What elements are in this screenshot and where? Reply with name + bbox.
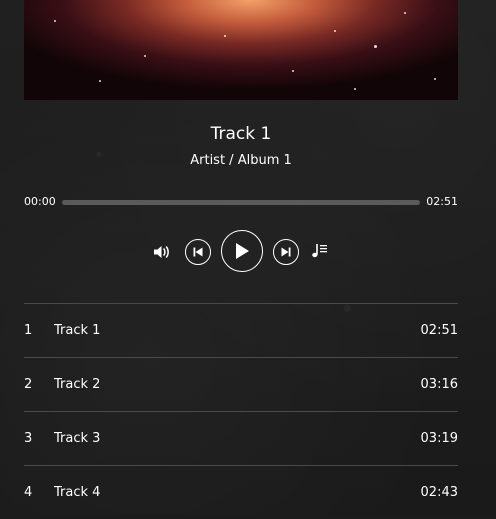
play-icon [236,243,249,259]
now-playing-title: Track 1 [210,124,272,144]
track-row[interactable]: 3 Track 3 03:19 [24,411,458,465]
skip-next-icon [281,247,291,257]
track-row[interactable]: 1 Track 1 02:51 [24,303,458,357]
track-duration: 03:19 [420,431,458,446]
track-row[interactable]: 2 Track 2 03:16 [24,357,458,411]
track-name: Track 2 [54,377,101,392]
track-number: 3 [24,431,33,446]
album-artwork [24,0,458,100]
elapsed-time: 00:00 [24,195,56,208]
volume-icon [154,246,169,258]
playlist-button[interactable] [310,241,330,261]
track-number: 1 [24,323,33,338]
track-name: Track 4 [54,485,101,500]
track-row[interactable]: 4 Track 4 02:43 [24,465,458,519]
track-number: 4 [24,485,33,500]
progress-bar[interactable] [62,200,420,205]
next-track-button[interactable] [273,239,299,265]
track-number: 2 [24,377,33,392]
track-name: Track 3 [54,431,101,446]
playlist-icon [312,244,327,258]
previous-track-button[interactable] [185,239,211,265]
now-playing-artist-album: Artist / Album 1 [190,153,292,168]
total-duration: 02:51 [426,195,458,208]
playback-controls [24,230,458,274]
track-duration: 03:16 [420,377,458,392]
play-button[interactable] [221,230,263,272]
track-name: Track 1 [54,323,101,338]
skip-previous-icon [193,247,203,257]
volume-button[interactable] [152,242,172,262]
track-duration: 02:43 [420,485,458,500]
track-duration: 02:51 [420,323,458,338]
track-list: 1 Track 1 02:51 2 Track 2 03:16 3 Track … [24,303,458,519]
